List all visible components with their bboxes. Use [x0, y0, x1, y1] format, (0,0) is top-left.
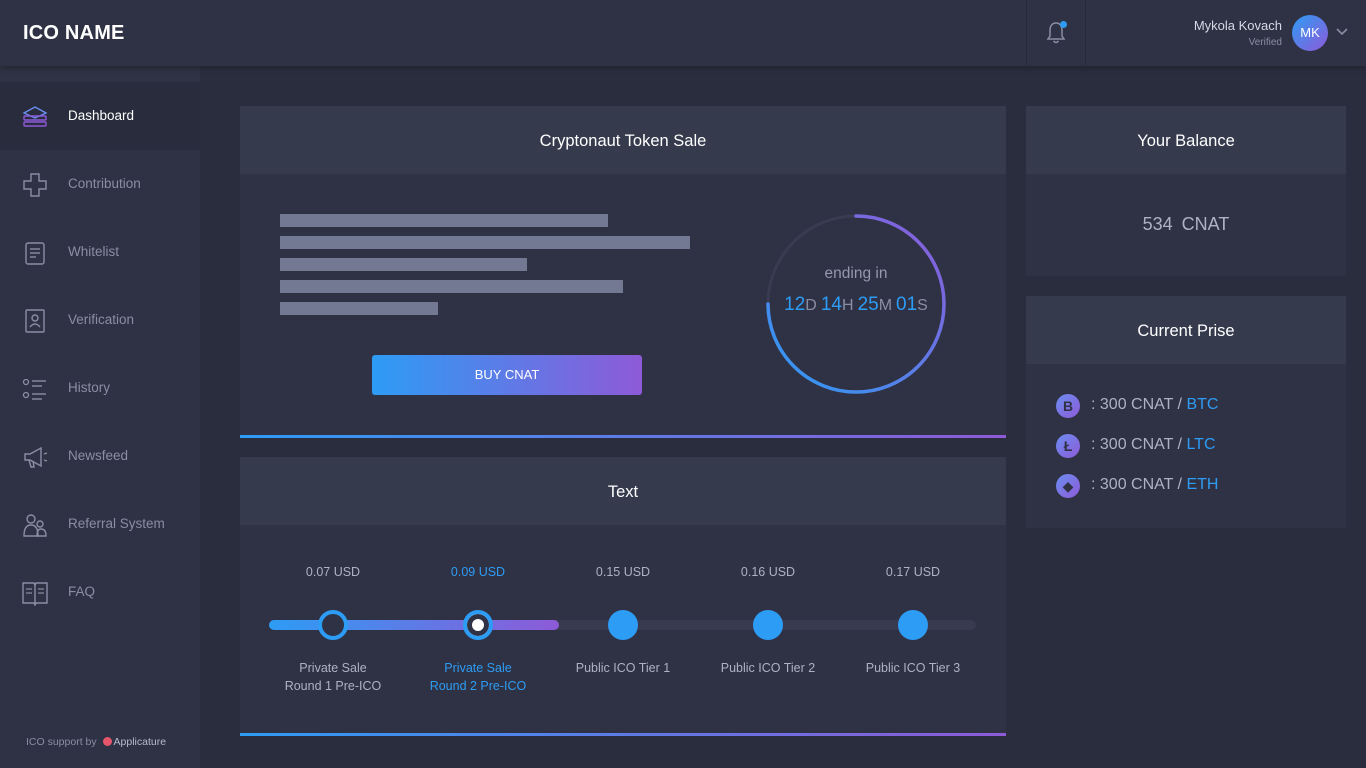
sidebar-item-whitelist[interactable]: Whitelist [0, 218, 200, 286]
countdown-seconds-unit: S [917, 297, 928, 314]
stage-name-line: Public ICO Tier 3 [865, 661, 961, 675]
user-name[interactable]: Mykola Kovach [1194, 18, 1282, 33]
text-placeholder-line [280, 280, 623, 293]
stages-progress [269, 620, 559, 630]
stage-price: 0.16 USD [740, 565, 796, 579]
sidebar-item-label: Newsfeed [68, 448, 129, 463]
stage-name-line: Round 1 Pre-ICO [284, 679, 382, 693]
price-currency: ETH [1186, 476, 1219, 493]
balance-title: Your Balance [1026, 106, 1346, 174]
dashboard-icon [22, 106, 48, 127]
stage-name: Public ICO Tier 2 [698, 659, 838, 677]
applicature-logo-icon [102, 737, 112, 746]
countdown-hours-unit: H [842, 297, 854, 314]
token-sale-card: Cryptonaut Token Sale BUY CNAT ending in… [240, 106, 1006, 438]
ethereum-icon: ◆ [1056, 474, 1080, 498]
token-sale-title: Cryptonaut Token Sale [240, 106, 1006, 174]
countdown-hours: 14 [820, 294, 842, 315]
sidebar-item-label: Contribution [68, 176, 141, 191]
sidebar-item-contribution[interactable]: Contribution [0, 150, 200, 218]
stage-name: Public ICO Tier 1 [553, 659, 693, 677]
current-price-card: Current Prise B : 300 CNAT / BTC Ł : 300… [1026, 296, 1346, 528]
price-amount: : 300 CNAT / [1091, 396, 1182, 413]
sale-stages-card: Text 0.07 USD 0.09 USD 0.15 USD 0.16 USD… [240, 457, 1006, 736]
stage-marker[interactable] [898, 610, 928, 640]
sidebar-item-history[interactable]: History [0, 354, 200, 422]
stage-name-line: Private Sale [299, 661, 367, 675]
sidebar-item-label: Whitelist [68, 244, 120, 259]
megaphone-icon [24, 446, 48, 468]
contribution-icon [23, 173, 47, 197]
countdown-timer: 12D 14H 25M 01S [765, 294, 947, 316]
app-logo[interactable]: ICO NAME [23, 22, 125, 45]
stage-name-line: Private Sale [444, 661, 512, 675]
sidebar-item-label: History [68, 380, 111, 395]
price-text: : 300 CNAT / ETH [1091, 476, 1218, 494]
text-placeholder-line [280, 258, 527, 271]
price-currency: LTC [1186, 436, 1216, 453]
price-title: Current Prise [1026, 296, 1346, 364]
balance-card: Your Balance 534 CNAT [1026, 106, 1346, 276]
price-amount: : 300 CNAT / [1091, 476, 1182, 493]
support-brand-link[interactable]: Applicature [114, 736, 167, 748]
countdown-days: 12 [784, 294, 806, 315]
text-placeholder-line [280, 214, 608, 227]
stage-price: 0.09 USD [450, 565, 506, 579]
stage-name: Public ICO Tier 3 [843, 659, 983, 677]
text-placeholder-line [280, 236, 690, 249]
stage-name-line: Round 2 Pre-ICO [429, 679, 527, 693]
sidebar-item-label: Dashboard [68, 108, 135, 123]
support-text: ICO support by [26, 736, 97, 748]
book-icon [22, 582, 48, 606]
countdown-seconds: 01 [896, 294, 918, 315]
bitcoin-icon: B [1056, 394, 1080, 418]
verification-icon [25, 309, 45, 333]
chevron-down-icon[interactable] [1336, 28, 1348, 36]
stage-name: Private Sale Round 2 Pre-ICO [408, 659, 548, 695]
stage-name-line: Public ICO Tier 2 [720, 661, 816, 675]
buy-cnat-button[interactable]: BUY CNAT [372, 355, 642, 395]
support-credit: ICO support by Applicature [26, 736, 166, 748]
price-currency: BTC [1186, 396, 1219, 413]
countdown-days-unit: D [805, 297, 817, 314]
stage-name-line: Public ICO Tier 1 [575, 661, 671, 675]
stage-name: Private Sale Round 1 Pre-ICO [263, 659, 403, 695]
sidebar-item-referral-system[interactable]: Referral System [0, 490, 200, 558]
top-header: ICO NAME Mykola Kovach Verified MK [0, 0, 1366, 66]
gradient-divider [240, 435, 1006, 438]
notification-badge [1060, 21, 1067, 28]
stage-marker[interactable] [753, 610, 783, 640]
price-text: : 300 CNAT / LTC [1091, 436, 1216, 454]
sidebar-item-label: FAQ [68, 584, 96, 599]
stages-title: Text [240, 457, 1006, 525]
stage-marker[interactable] [608, 610, 638, 640]
history-icon [22, 378, 46, 400]
gradient-divider [240, 733, 1006, 736]
ending-in-label: ending in [824, 265, 888, 282]
balance-value: 534 CNAT [1142, 214, 1230, 234]
countdown-minutes: 25 [857, 294, 879, 315]
sidebar-item-faq[interactable]: FAQ [0, 558, 200, 626]
sidebar-item-label: Verification [68, 312, 135, 327]
sidebar-item-dashboard[interactable]: Dashboard [0, 82, 200, 150]
countdown-minutes-unit: M [878, 297, 893, 314]
user-status: Verified [1248, 37, 1282, 48]
stage-price: 0.15 USD [595, 565, 651, 579]
notifications-button[interactable] [1026, 0, 1086, 66]
sidebar-item-verification[interactable]: Verification [0, 286, 200, 354]
referral-icon [23, 514, 47, 537]
litecoin-icon: Ł [1056, 434, 1080, 458]
stage-price: 0.17 USD [885, 565, 941, 579]
whitelist-icon [25, 242, 45, 265]
sidebar-item-newsfeed[interactable]: Newsfeed [0, 422, 200, 490]
stage-price: 0.07 USD [305, 565, 361, 579]
sidebar-item-label: Referral System [68, 516, 165, 531]
price-text: : 300 CNAT / BTC [1091, 396, 1218, 414]
price-amount: : 300 CNAT / [1091, 436, 1182, 453]
stage-marker-current[interactable] [463, 610, 493, 640]
avatar[interactable]: MK [1292, 15, 1328, 51]
stage-marker-completed[interactable] [318, 610, 348, 640]
sidebar: Dashboard Contribution Whitelist Verific… [0, 66, 200, 768]
text-placeholder-line [280, 302, 438, 315]
